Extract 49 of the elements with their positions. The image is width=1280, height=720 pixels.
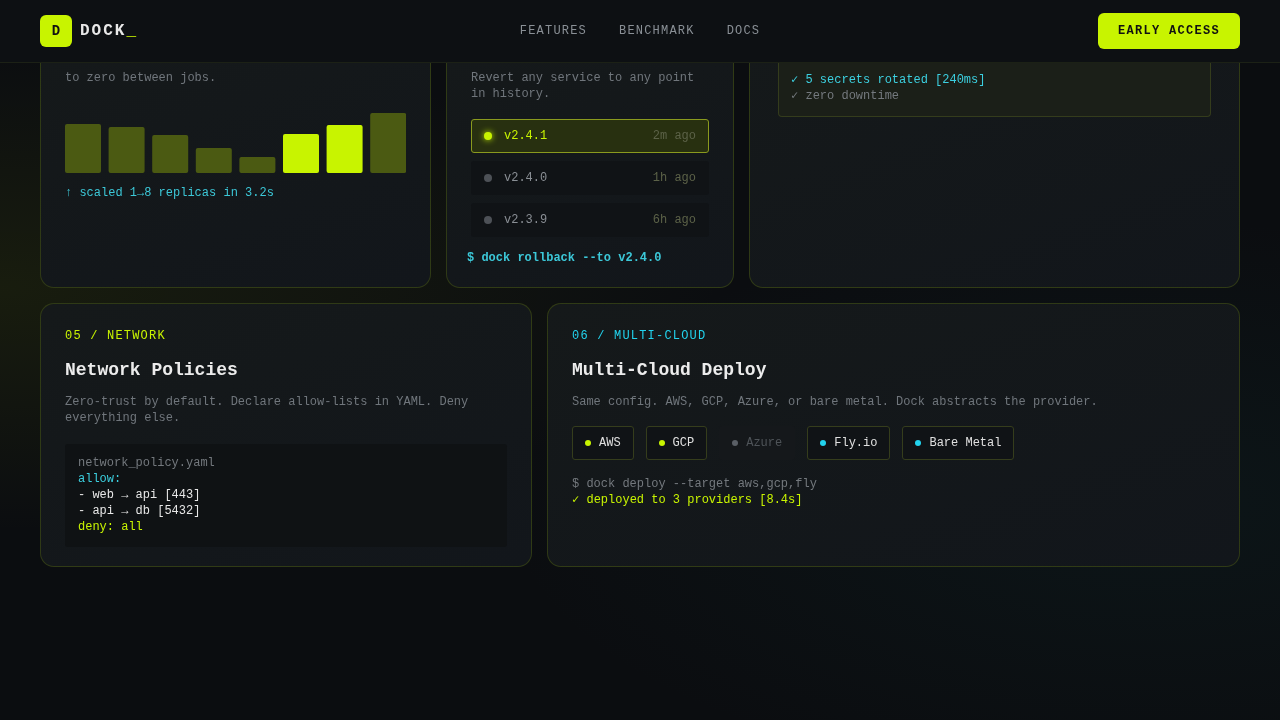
chart-bar	[108, 127, 145, 173]
code-line: - web → api [443]	[78, 487, 202, 503]
chart-bar	[283, 134, 319, 173]
provider-chip[interactable]: Bare Metal	[902, 426, 1015, 460]
version-label: v2.4.0	[504, 171, 548, 185]
status-dot-icon	[484, 132, 492, 140]
card-title: Network Policies	[65, 359, 239, 382]
card-description: to zero between jobs.	[65, 70, 218, 86]
version-label: v2.4.1	[504, 129, 548, 143]
early-access-button[interactable]: EARLY ACCESS	[1098, 13, 1240, 49]
terminal-line: ✓ zero downtime	[791, 88, 901, 104]
provider-chip[interactable]: Fly.io	[807, 426, 891, 460]
nav-link[interactable]: FEATURES	[519, 24, 587, 38]
status-dot-icon	[484, 174, 492, 182]
card-description: Revert any service to any point in history.	[471, 70, 696, 102]
scaling-caption: ↑ scaled 1→8 replicas in 3.2s	[65, 186, 275, 200]
version-row[interactable]: v2.3.9 6h ago	[471, 203, 709, 237]
section-tag: 06 / MULTI-CLOUD	[572, 328, 1215, 344]
version-row[interactable]: v2.4.1 2m ago	[471, 119, 709, 153]
code-line: allow:	[78, 471, 123, 487]
chart-bar	[326, 125, 363, 173]
provider-chip[interactable]: GCP	[645, 426, 708, 460]
chart-bar	[152, 135, 189, 173]
code-line: deny: all	[78, 519, 144, 535]
logo-text[interactable]: DOCK_	[80, 22, 138, 40]
version-row[interactable]: v2.4.0 1h ago	[471, 161, 709, 195]
nav-link[interactable]: BENCHMARK	[619, 24, 695, 38]
code-line: - api → db [5432]	[78, 503, 202, 519]
chart-bar	[195, 148, 232, 173]
card-title: Multi-Cloud Deploy	[572, 359, 768, 382]
logo-mark[interactable]: D	[40, 15, 72, 47]
chart-bar	[370, 113, 406, 173]
version-age: 2m ago	[652, 129, 696, 143]
card-description: Zero-trust by default. Declare allow-lists in YAML. Deny everything else.	[65, 394, 470, 426]
rollback-command: $ dock rollback --to v2.4.0	[467, 251, 663, 265]
version-label: v2.3.9	[504, 213, 548, 227]
section-tag: 05 / NETWORK	[65, 328, 507, 344]
terminal-line: ✓ 5 secrets rotated [240ms]	[791, 72, 987, 88]
chart-bar	[65, 124, 101, 173]
terminal-line: $ dock deploy --target aws,gcp,fly	[572, 476, 818, 492]
code-line: network_policy.yaml	[78, 455, 216, 471]
terminal-line: ✓ deployed to 3 providers [8.4s]	[572, 492, 804, 508]
provider-chip[interactable]: AWS	[572, 426, 634, 460]
nav-link[interactable]: DOCS	[726, 24, 761, 38]
status-dot-icon	[484, 216, 492, 224]
version-age: 1h ago	[652, 171, 696, 185]
card-description: Same config. AWS, GCP, Azure, or bare metal. Dock abstracts the provider.	[572, 394, 1099, 410]
chart-bar	[239, 157, 276, 173]
version-age: 6h ago	[652, 213, 696, 227]
